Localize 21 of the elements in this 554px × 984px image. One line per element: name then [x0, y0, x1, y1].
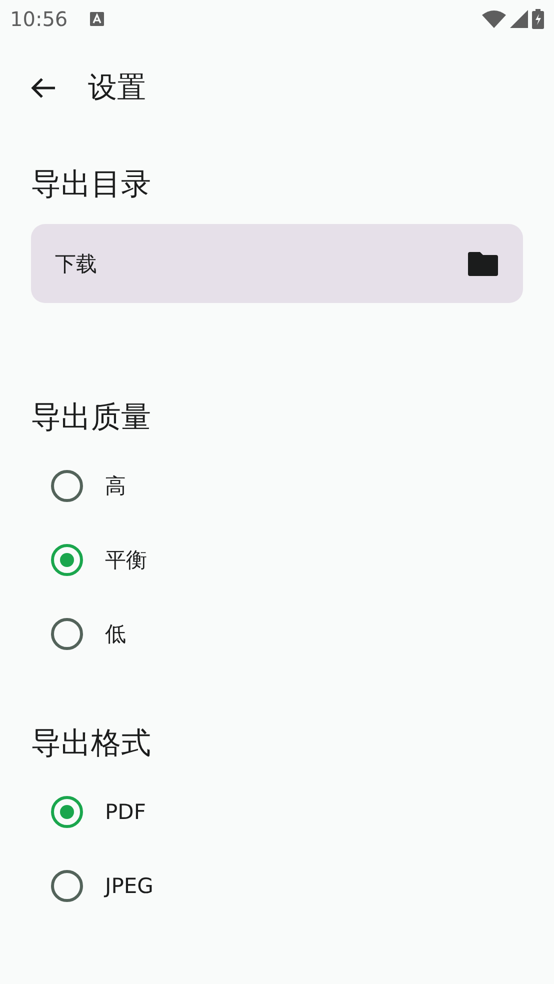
directory-field[interactable]: 下载 [31, 224, 523, 303]
option-label: JPEG [105, 874, 154, 898]
section-title: 导出格式 [31, 724, 152, 762]
option-label: 高 [105, 473, 126, 500]
option-label: 低 [105, 621, 126, 648]
section-title: 导出质量 [31, 398, 152, 436]
notification-icon [90, 12, 104, 26]
folder-icon [467, 250, 499, 276]
screen-title: 设置 [88, 69, 146, 106]
radio-button[interactable] [51, 544, 83, 576]
radio-button[interactable] [51, 870, 83, 902]
signal-icon [510, 10, 528, 28]
battery-icon [532, 9, 544, 29]
section-title: 导出目录 [31, 166, 152, 204]
status-time: 10:56 [10, 7, 68, 31]
wifi-icon [482, 10, 506, 28]
radio-button[interactable] [51, 796, 83, 828]
option-label: 平衡 [105, 547, 147, 574]
option-label: PDF [105, 800, 146, 824]
radio-button[interactable] [51, 470, 83, 502]
radio-button[interactable] [51, 618, 83, 650]
